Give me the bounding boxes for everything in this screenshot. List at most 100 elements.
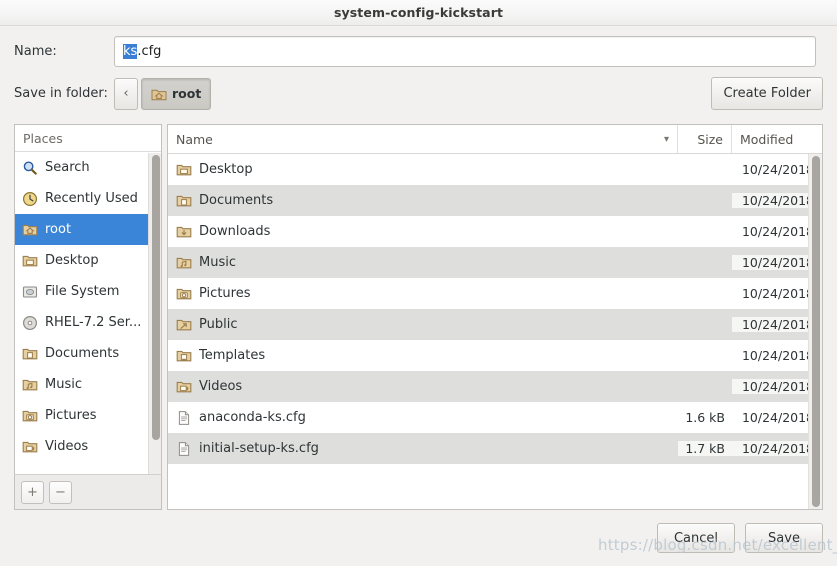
sidebar-item-label: Desktop [45,253,99,268]
places-list: Search Recently Used root Desktop File Syste… [15,152,161,462]
table-row[interactable]: Downloads 10/24/2018 [168,216,822,247]
table-row[interactable]: anaconda-ks.cfg 1.6 kB 10/24/2018 [168,402,822,433]
file-list-pane: Name ▾ Size Modified Desktop 10/24/2018 Do… [167,124,823,510]
table-row[interactable]: Documents 10/24/2018 [168,185,822,216]
name-row: Name: ks .cfg [0,26,837,67]
places-scrollbar-thumb[interactable] [151,155,160,440]
disc-icon [22,315,38,330]
cancel-label: Cancel [673,530,719,546]
documents-folder-icon [22,348,38,359]
plus-icon: + [27,484,38,500]
file-name-label: Documents [199,193,274,208]
column-header-modified-label: Modified [740,131,794,147]
sidebar-item-rhel-7-2-ser[interactable]: RHEL-7.2 Ser... [15,307,161,338]
desktop-folder-icon [176,164,192,175]
sidebar-item-pictures[interactable]: Pictures [15,400,161,431]
public-folder-icon [176,319,192,330]
places-header: Places [15,125,161,152]
sidebar-item-label: Videos [45,439,89,454]
videos-folder-icon [176,381,192,392]
places-sidebar: Places Search Recently Used root Desktop Fil… [14,124,162,510]
places-footer: + − [14,474,162,510]
column-header-size-label: Size [697,131,723,147]
browser-panes: Places Search Recently Used root Desktop Fil… [0,110,837,510]
table-row[interactable]: Templates 10/24/2018 [168,340,822,371]
sidebar-item-documents[interactable]: Documents [15,338,161,369]
column-header-modified[interactable]: Modified [732,125,822,153]
save-in-folder-row: Save in folder: ‹ root Create Folder [0,67,837,110]
create-folder-label: Create Folder [723,86,811,101]
sidebar-item-label: Music [45,377,82,392]
save-in-folder-label: Save in folder: [14,86,108,101]
text-file-icon [178,441,190,456]
filename-input[interactable]: ks .cfg [114,36,816,67]
sidebar-item-label: RHEL-7.2 Ser... [45,315,142,330]
file-name-label: anaconda-ks.cfg [199,410,306,425]
sidebar-item-desktop[interactable]: Desktop [15,245,161,276]
sidebar-item-label: Pictures [45,408,97,423]
table-row[interactable]: Pictures 10/24/2018 [168,278,822,309]
file-name-cell: Public [168,317,678,333]
save-button[interactable]: Save [745,523,823,553]
file-name-cell: Documents [168,193,678,209]
column-header-name[interactable]: Name ▾ [168,125,678,153]
templates-folder-icon [176,350,192,361]
desktop-folder-icon [22,255,38,266]
file-name-label: Downloads [199,224,271,239]
table-row[interactable]: Desktop 10/24/2018 [168,154,822,185]
file-size-cell: 1.6 kB [685,410,725,425]
file-name-cell: initial-setup-ks.cfg [168,441,678,457]
table-row[interactable]: Music 10/24/2018 [168,247,822,278]
music-folder-icon [176,257,192,268]
sidebar-item-label: File System [45,284,120,299]
places-scrollbar[interactable] [148,153,161,474]
create-folder-button[interactable]: Create Folder [711,77,823,110]
filename-rest-text: .cfg [137,44,162,59]
name-label: Name: [14,44,57,59]
dialog-action-bar: Cancel Save [0,510,837,566]
column-header-size[interactable]: Size [678,125,732,153]
home-folder-icon [151,89,167,100]
file-name-cell: Videos [168,379,678,395]
recent-icon [22,191,38,206]
sidebar-item-root[interactable]: root [15,214,161,245]
file-list-scrollbar[interactable] [808,154,822,509]
file-name-label: Pictures [199,286,251,301]
sidebar-item-music[interactable]: Music [15,369,161,400]
table-row[interactable]: Videos 10/24/2018 [168,371,822,402]
sidebar-item-recently-used[interactable]: Recently Used [15,183,161,214]
places-scroller: Places Search Recently Used root Desktop Fil… [14,124,162,474]
sidebar-item-file-system[interactable]: File System [15,276,161,307]
pictures-folder-icon [22,410,38,421]
file-name-label: Music [199,255,236,270]
sidebar-item-label: Recently Used [45,191,138,206]
remove-bookmark-button[interactable]: − [49,480,72,504]
file-name-label: Videos [199,379,243,394]
file-name-cell: anaconda-ks.cfg [168,410,678,426]
sidebar-item-videos[interactable]: Videos [15,431,161,462]
search-icon [23,161,37,175]
pictures-folder-icon [176,288,192,299]
breadcrumb: ‹ root [114,77,212,110]
save-file-dialog: system-config-kickstart Name: ks .cfg Sav… [0,0,837,566]
cancel-button[interactable]: Cancel [657,523,735,553]
documents-folder-icon [176,195,192,206]
drive-icon [22,285,38,298]
file-name-label: Templates [199,348,266,363]
breadcrumb-item-root[interactable]: root [141,77,212,110]
breadcrumb-back-button[interactable]: ‹ [114,77,138,110]
sidebar-item-label: root [45,222,72,237]
table-row[interactable]: Public 10/24/2018 [168,309,822,340]
chevron-down-icon: ▾ [663,133,669,145]
filename-selected-text: ks [123,44,138,59]
title-bar: system-config-kickstart [0,0,837,26]
file-name-label: initial-setup-ks.cfg [199,441,319,456]
downloads-folder-icon [176,226,192,237]
places-header-label: Places [23,130,63,146]
file-list-header: Name ▾ Size Modified [168,125,822,154]
file-name-cell: Templates [168,348,678,364]
file-list-scrollbar-thumb[interactable] [812,156,820,507]
table-row[interactable]: initial-setup-ks.cfg 1.7 kB 10/24/2018 [168,433,822,464]
sidebar-item-search[interactable]: Search [15,152,161,183]
add-bookmark-button[interactable]: + [21,480,44,504]
